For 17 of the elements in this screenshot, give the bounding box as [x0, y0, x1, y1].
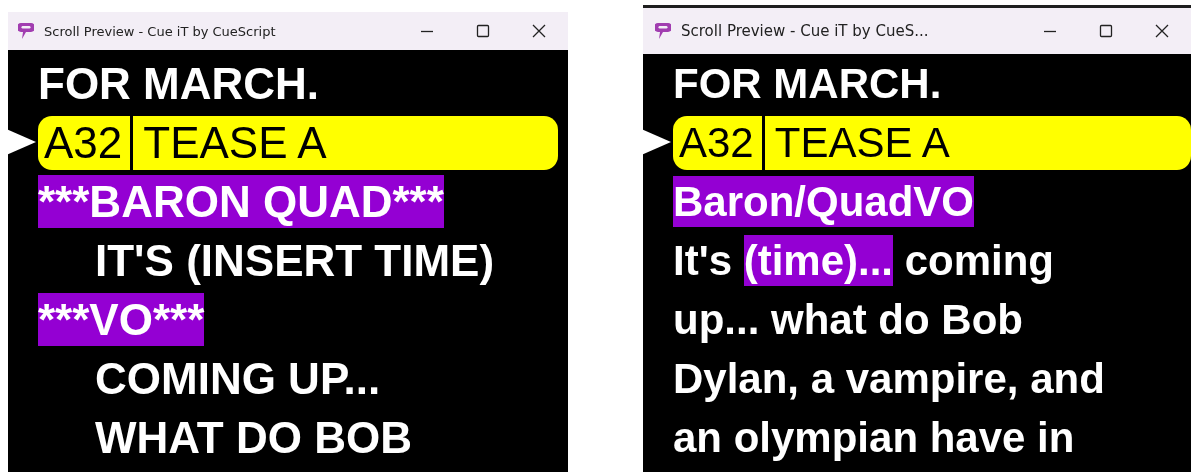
speech-bubble-icon	[18, 22, 34, 40]
script-line: FOR MARCH.	[673, 59, 943, 109]
script-line: up... what do Bob	[673, 295, 1024, 345]
script-line: an olympian have in	[673, 413, 1076, 463]
script-line: Dylan, a vampire, and	[673, 354, 1106, 404]
script-line: It's (time)... coming	[673, 234, 1056, 288]
cue-number: A32	[673, 115, 765, 170]
script-line: IT'S (INSERT TIME)	[94, 235, 496, 287]
script-line: WHAT DO BOB	[94, 412, 413, 464]
window-title: Scroll Preview - Cue iT by CueScript	[44, 23, 277, 39]
script-line: COMING UP...	[94, 353, 382, 405]
cue-number: A32	[38, 115, 134, 170]
speech-bubble-icon	[655, 22, 671, 40]
script-line: FOR MARCH.	[38, 58, 321, 110]
cue-title: TEASE A	[142, 117, 327, 168]
cue-title: TEASE A	[773, 118, 950, 167]
window-title: Scroll Preview - Cue iT by CueS...	[681, 22, 930, 40]
